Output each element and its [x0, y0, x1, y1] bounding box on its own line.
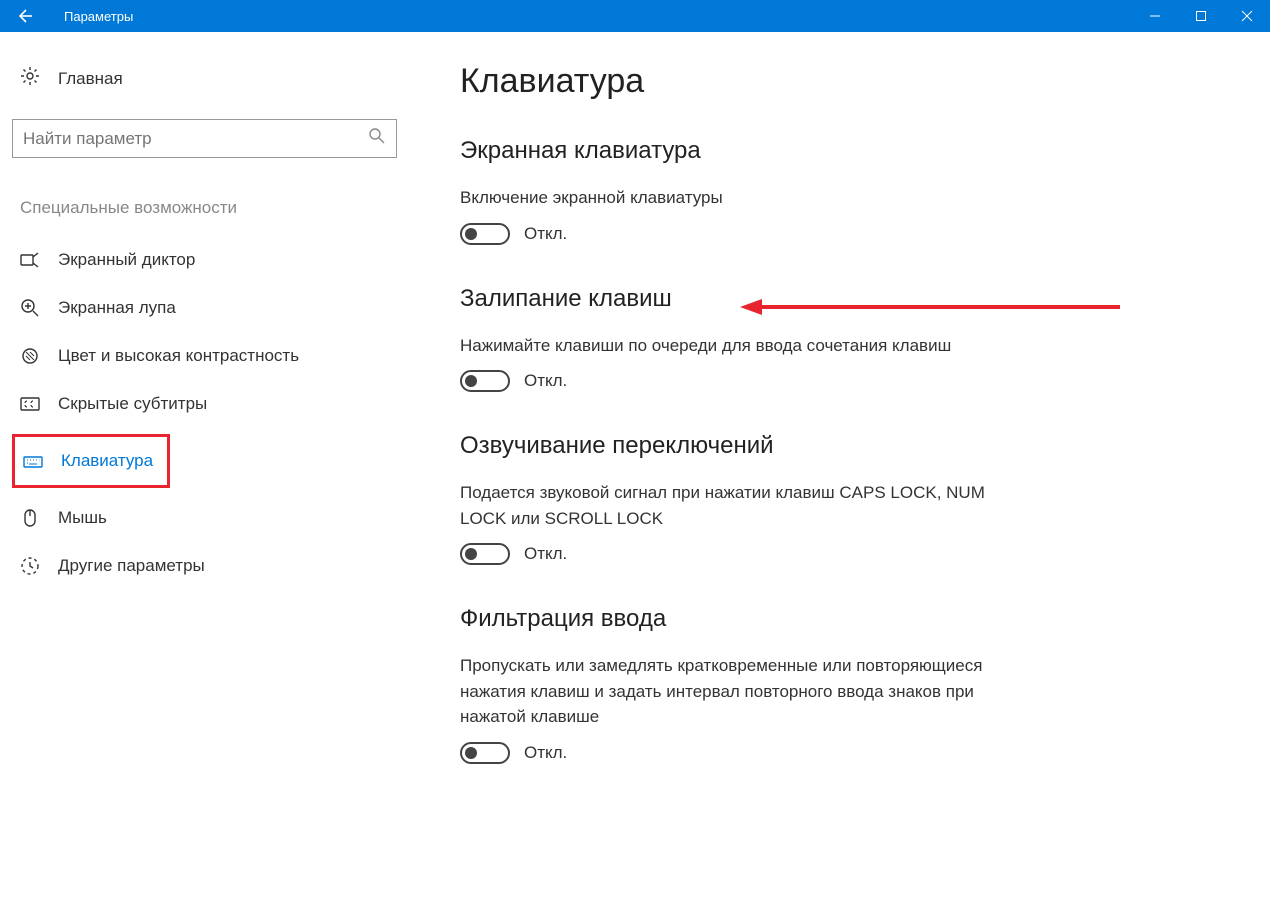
search-box[interactable] [12, 119, 397, 158]
toggle-state-label: Откл. [524, 224, 567, 244]
main-panel: Клавиатура Экранная клавиатура Включение… [410, 32, 1270, 908]
other-icon [20, 556, 40, 576]
section-sticky-keys: Залипание клавиш Нажимайте клавиши по оч… [460, 285, 1270, 393]
narrator-icon [20, 250, 40, 270]
toggle-state-label: Откл. [524, 544, 567, 564]
sidebar-item-magnifier[interactable]: Экранная лупа [12, 284, 410, 332]
sidebar-item-label: Клавиатура [61, 451, 153, 471]
sidebar-item-other[interactable]: Другие параметры [12, 542, 410, 590]
sidebar-item-label: Другие параметры [58, 556, 205, 576]
section-heading: Фильтрация ввода [460, 605, 1270, 633]
toggle-onscreen-keyboard[interactable] [460, 223, 510, 245]
sidebar-item-contrast[interactable]: Цвет и высокая контрастность [12, 332, 410, 380]
search-icon [368, 127, 386, 150]
setting-description: Пропускать или замедлять кратковременные… [460, 653, 1020, 730]
minimize-button[interactable] [1132, 0, 1178, 32]
sidebar-home-label: Главная [58, 69, 123, 89]
sidebar-item-label: Цвет и высокая контрастность [58, 346, 299, 366]
sidebar-home[interactable]: Главная [12, 56, 410, 101]
annotation-arrow [740, 295, 1120, 324]
captions-icon [20, 394, 40, 414]
keyboard-icon [23, 451, 43, 471]
sidebar-item-captions[interactable]: Скрытые субтитры [12, 380, 410, 428]
section-heading: Озвучивание переключений [460, 432, 1270, 460]
mouse-icon [20, 508, 40, 528]
setting-description: Подается звуковой сигнал при нажатии кла… [460, 480, 1020, 531]
setting-description: Нажимайте клавиши по очереди для ввода с… [460, 333, 1020, 359]
search-input[interactable] [23, 129, 368, 149]
titlebar: Параметры [0, 0, 1270, 32]
section-toggle-keys: Озвучивание переключений Подается звуков… [460, 432, 1270, 565]
window-title: Параметры [48, 9, 1132, 24]
section-heading: Экранная клавиатура [460, 137, 1270, 165]
magnifier-icon [20, 298, 40, 318]
section-filter-keys: Фильтрация ввода Пропускать или замедлят… [460, 605, 1270, 764]
toggle-state-label: Откл. [524, 743, 567, 763]
sidebar-item-label: Экранный диктор [58, 250, 195, 270]
sidebar-item-mouse[interactable]: Мышь [12, 494, 410, 542]
sidebar-item-keyboard[interactable]: Клавиатура [15, 437, 167, 485]
toggle-state-label: Откл. [524, 371, 567, 391]
sidebar-section-label: Специальные возможности [12, 198, 410, 218]
sidebar: Главная Специальные возможности Экранный… [0, 32, 410, 908]
back-button[interactable] [0, 0, 48, 32]
window-controls [1132, 0, 1270, 32]
setting-description: Включение экранной клавиатуры [460, 185, 1020, 211]
gear-icon [20, 66, 40, 91]
section-onscreen-keyboard: Экранная клавиатура Включение экранной к… [460, 137, 1270, 245]
annotation-highlight-box: Клавиатура [12, 434, 170, 488]
sidebar-item-label: Скрытые субтитры [58, 394, 207, 414]
sidebar-item-narrator[interactable]: Экранный диктор [12, 236, 410, 284]
toggle-filter-keys[interactable] [460, 742, 510, 764]
close-button[interactable] [1224, 0, 1270, 32]
contrast-icon [20, 346, 40, 366]
sidebar-item-label: Мышь [58, 508, 107, 528]
maximize-button[interactable] [1178, 0, 1224, 32]
toggle-toggle-keys[interactable] [460, 543, 510, 565]
sidebar-item-label: Экранная лупа [58, 298, 176, 318]
toggle-sticky-keys[interactable] [460, 370, 510, 392]
page-title: Клавиатура [460, 62, 1270, 101]
